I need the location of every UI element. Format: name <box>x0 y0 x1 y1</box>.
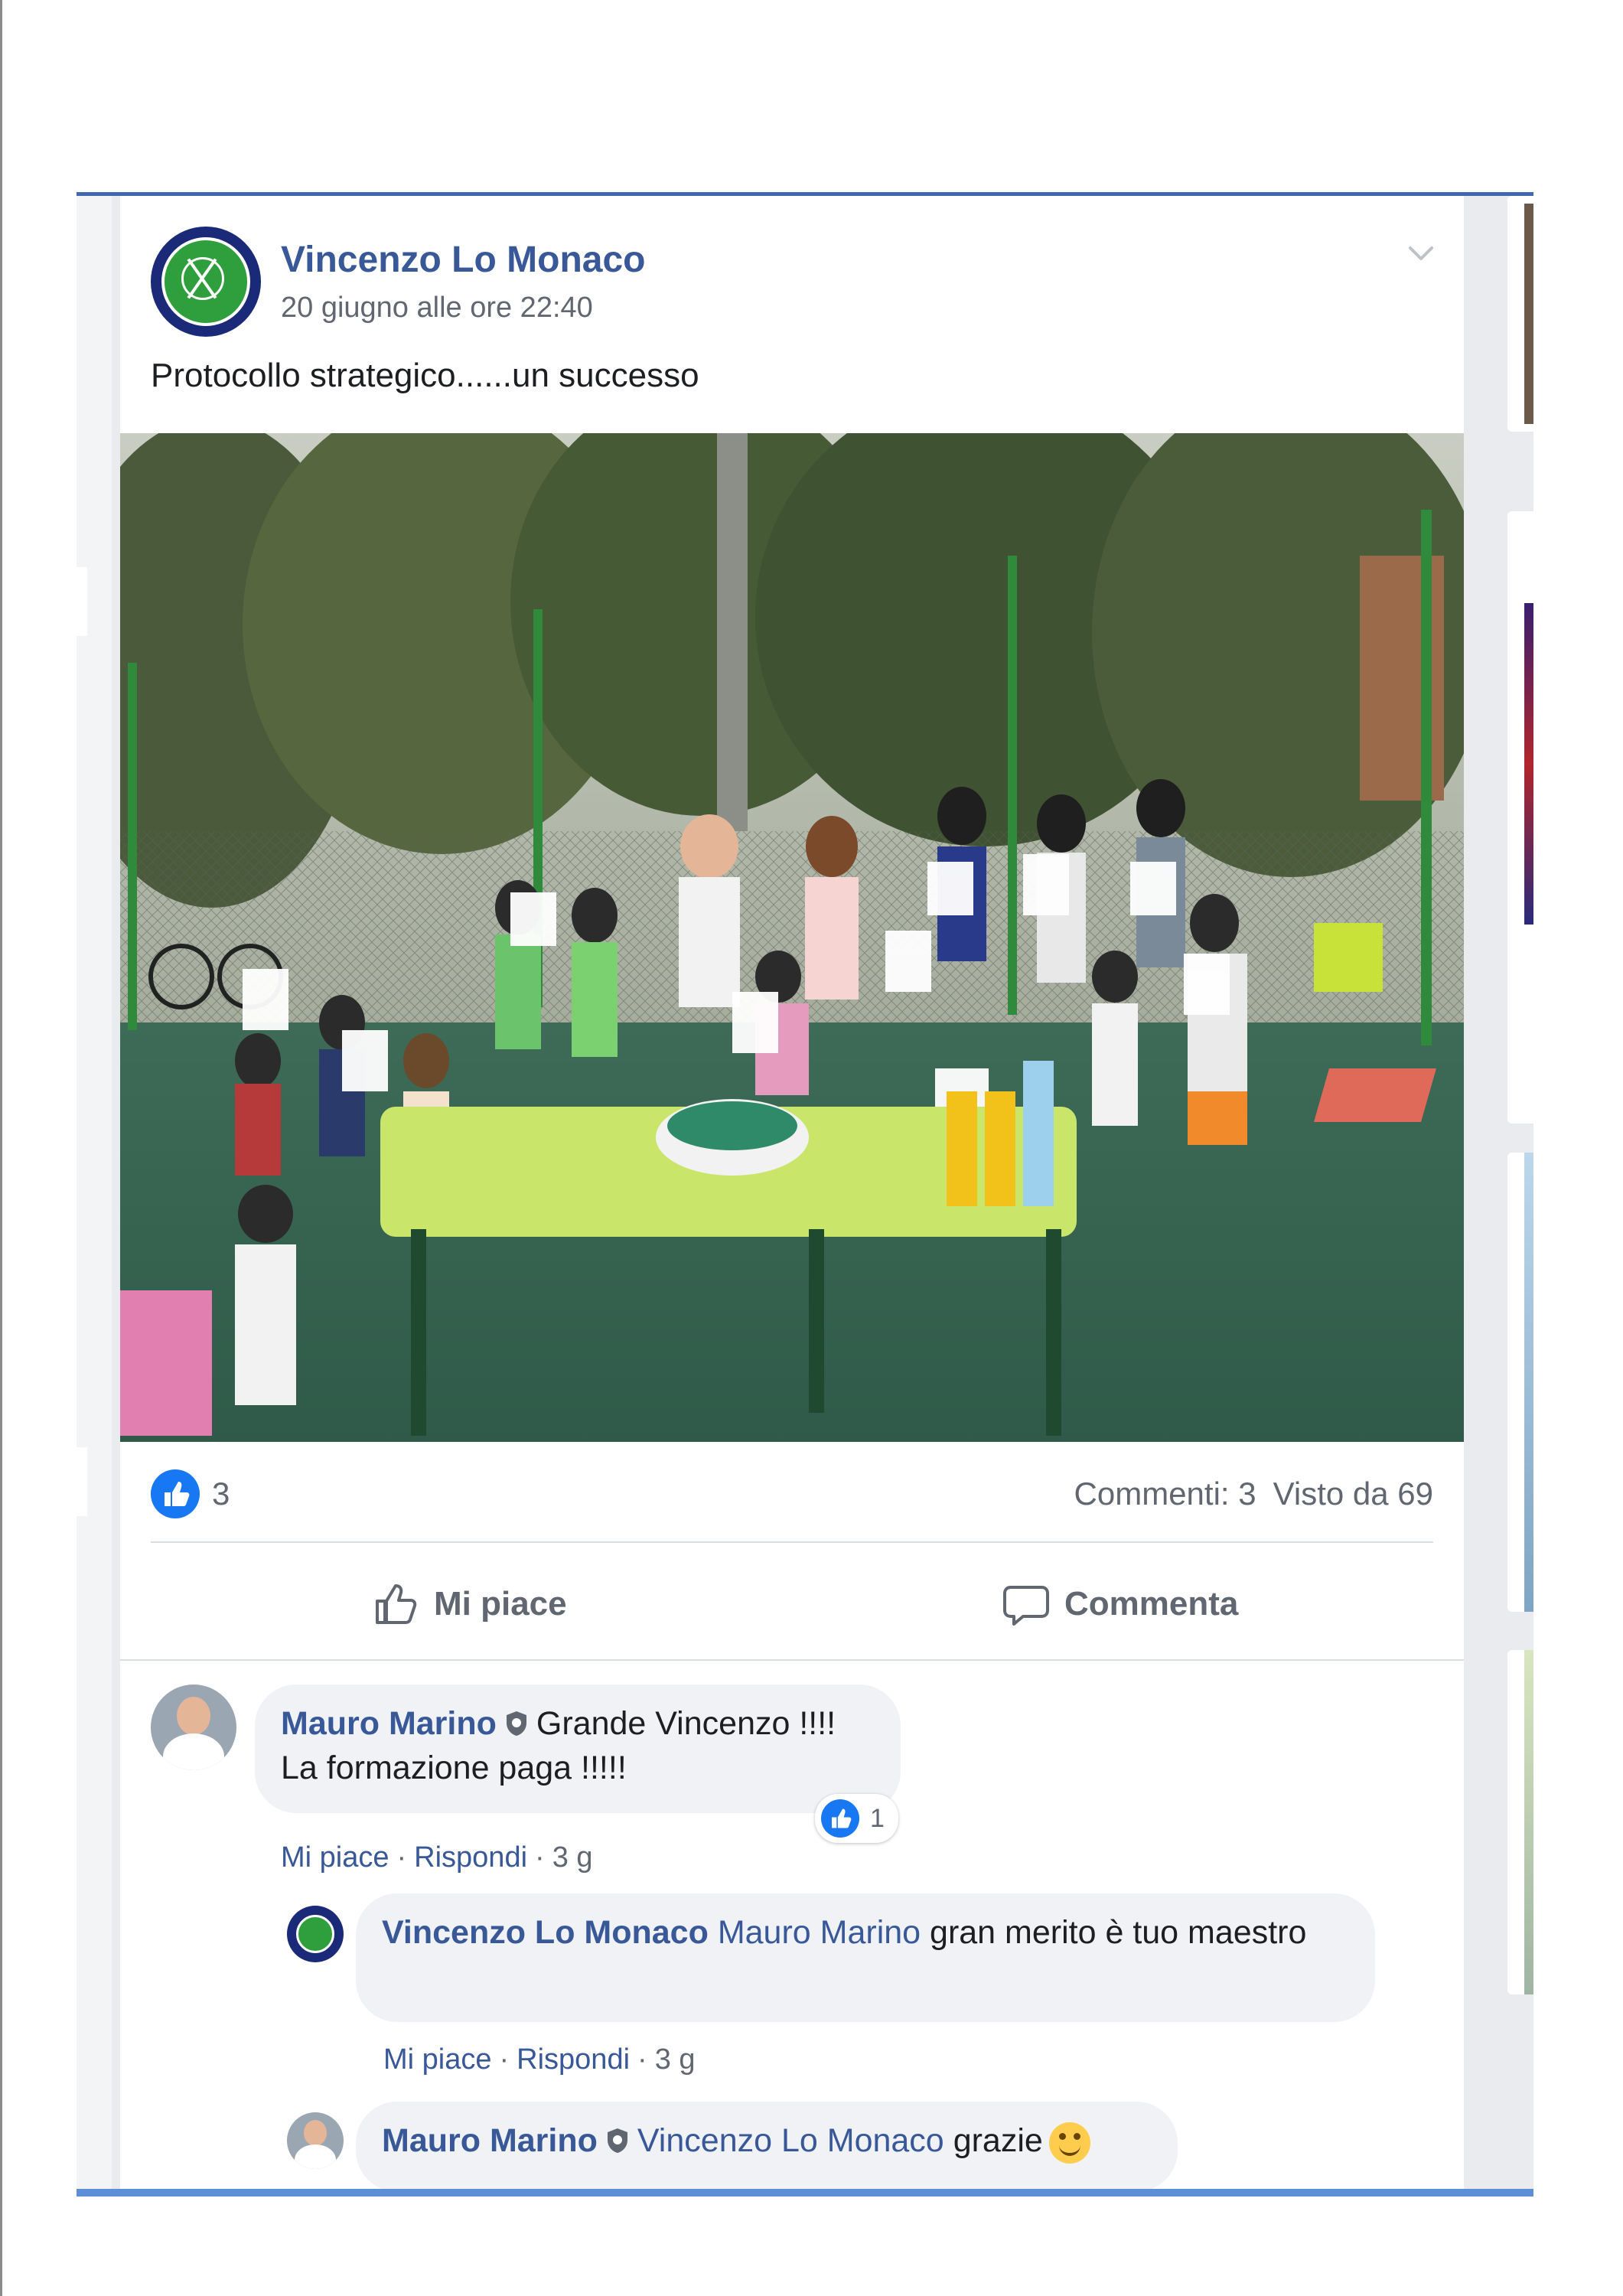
comment-author[interactable]: Mauro Marino <box>382 2122 598 2159</box>
post-author-name[interactable]: Vincenzo Lo Monaco <box>281 239 645 281</box>
comment-actions: Mi piace · Rispondi · 3 g <box>383 2043 696 2076</box>
comment-text: grazie <box>953 2122 1043 2159</box>
shield-icon <box>506 1711 526 1736</box>
reply-bubble: Vincenzo Lo Monaco Mauro Marino gran mer… <box>356 1893 1375 2022</box>
comment-reply-link[interactable]: Rispondi <box>517 2043 630 2076</box>
tennis-club-logo-icon[interactable] <box>287 1906 344 1962</box>
comment-text: Grande Vincenzo !!!! <box>536 1705 836 1742</box>
left-card-edge <box>77 567 87 636</box>
chevron-down-icon[interactable] <box>1406 242 1436 265</box>
post-stats: 3 Commenti: 3 Visto da 69 <box>151 1466 1433 1520</box>
post-photo[interactable] <box>120 433 1464 1442</box>
views-count[interactable]: Visto da 69 <box>1273 1476 1433 1512</box>
facebook-viewport: Vincenzo Lo Monaco 20 giugno alle ore 22… <box>77 192 1533 2197</box>
comment-text: gran merito è tuo maestro <box>930 1914 1307 1951</box>
comment-like-link[interactable]: Mi piace <box>281 1841 389 1874</box>
comment-text: La formazione paga !!!!! <box>281 1750 627 1786</box>
like-reaction-icon[interactable] <box>151 1469 200 1518</box>
sidebar-card[interactable] <box>1507 511 1533 1124</box>
comment-reaction-count[interactable]: 1 <box>815 1794 898 1843</box>
sidebar-card[interactable] <box>1507 196 1533 432</box>
right-sidebar-edge <box>1500 196 1533 2189</box>
reaction-count: 1 <box>870 1803 885 1833</box>
avatar[interactable] <box>151 1684 236 1770</box>
comment-age: 3 g <box>654 2043 696 2076</box>
comment-icon <box>1003 1586 1049 1626</box>
avatar[interactable] <box>287 2112 344 2169</box>
sidebar-card[interactable] <box>1507 1153 1533 1612</box>
comment-reply-link[interactable]: Rispondi <box>414 1841 527 1874</box>
reactions-count[interactable]: 3 <box>212 1476 230 1512</box>
comment-author[interactable]: Mauro Marino <box>281 1705 497 1742</box>
post-card: Vincenzo Lo Monaco 20 giugno alle ore 22… <box>120 196 1464 2192</box>
left-column-strip <box>77 196 112 2189</box>
comment-actions: Mi piace · Rispondi · 3 g <box>281 1841 593 1874</box>
comment-button-label: Commenta <box>1064 1585 1239 1623</box>
window-left-border <box>0 0 2 2296</box>
post-timestamp[interactable]: 20 giugno alle ore 22:40 <box>281 292 593 325</box>
thumbs-up-icon <box>376 1584 417 1624</box>
like-button-label: Mi piace <box>434 1585 567 1623</box>
like-reaction-icon <box>821 1799 859 1838</box>
comment-age: 3 g <box>552 1841 593 1874</box>
comment-mention[interactable]: Vincenzo Lo Monaco <box>637 2122 944 2159</box>
post-text: Protocollo strategico......un successo <box>151 357 699 394</box>
comment-mention[interactable]: Mauro Marino <box>718 1914 921 1951</box>
comment-like-link[interactable]: Mi piace <box>383 2043 492 2076</box>
comments-count[interactable]: Commenti: 3 <box>1074 1476 1256 1512</box>
like-button[interactable]: Mi piace <box>371 1574 567 1635</box>
sidebar-card[interactable] <box>1507 1650 1533 1994</box>
left-card-edge <box>77 1447 87 1516</box>
divider <box>151 1541 1433 1543</box>
divider <box>120 1659 1464 1661</box>
smile-emoji-icon <box>1048 2122 1090 2164</box>
stats-right: Commenti: 3 Visto da 69 <box>1058 1476 1433 1512</box>
comment-button[interactable]: Commenta <box>1002 1574 1238 1635</box>
reply-bubble: Mauro Marino Vincenzo Lo Monaco grazie <box>356 2102 1178 2192</box>
bottom-accent-bar <box>77 2189 1533 2197</box>
shield-icon <box>607 2128 627 2153</box>
comment-author[interactable]: Vincenzo Lo Monaco <box>382 1914 709 1951</box>
comment-bubble: Mauro Marino Grande Vincenzo !!!! La form… <box>255 1684 901 1813</box>
tennis-club-logo-icon[interactable] <box>151 227 261 337</box>
